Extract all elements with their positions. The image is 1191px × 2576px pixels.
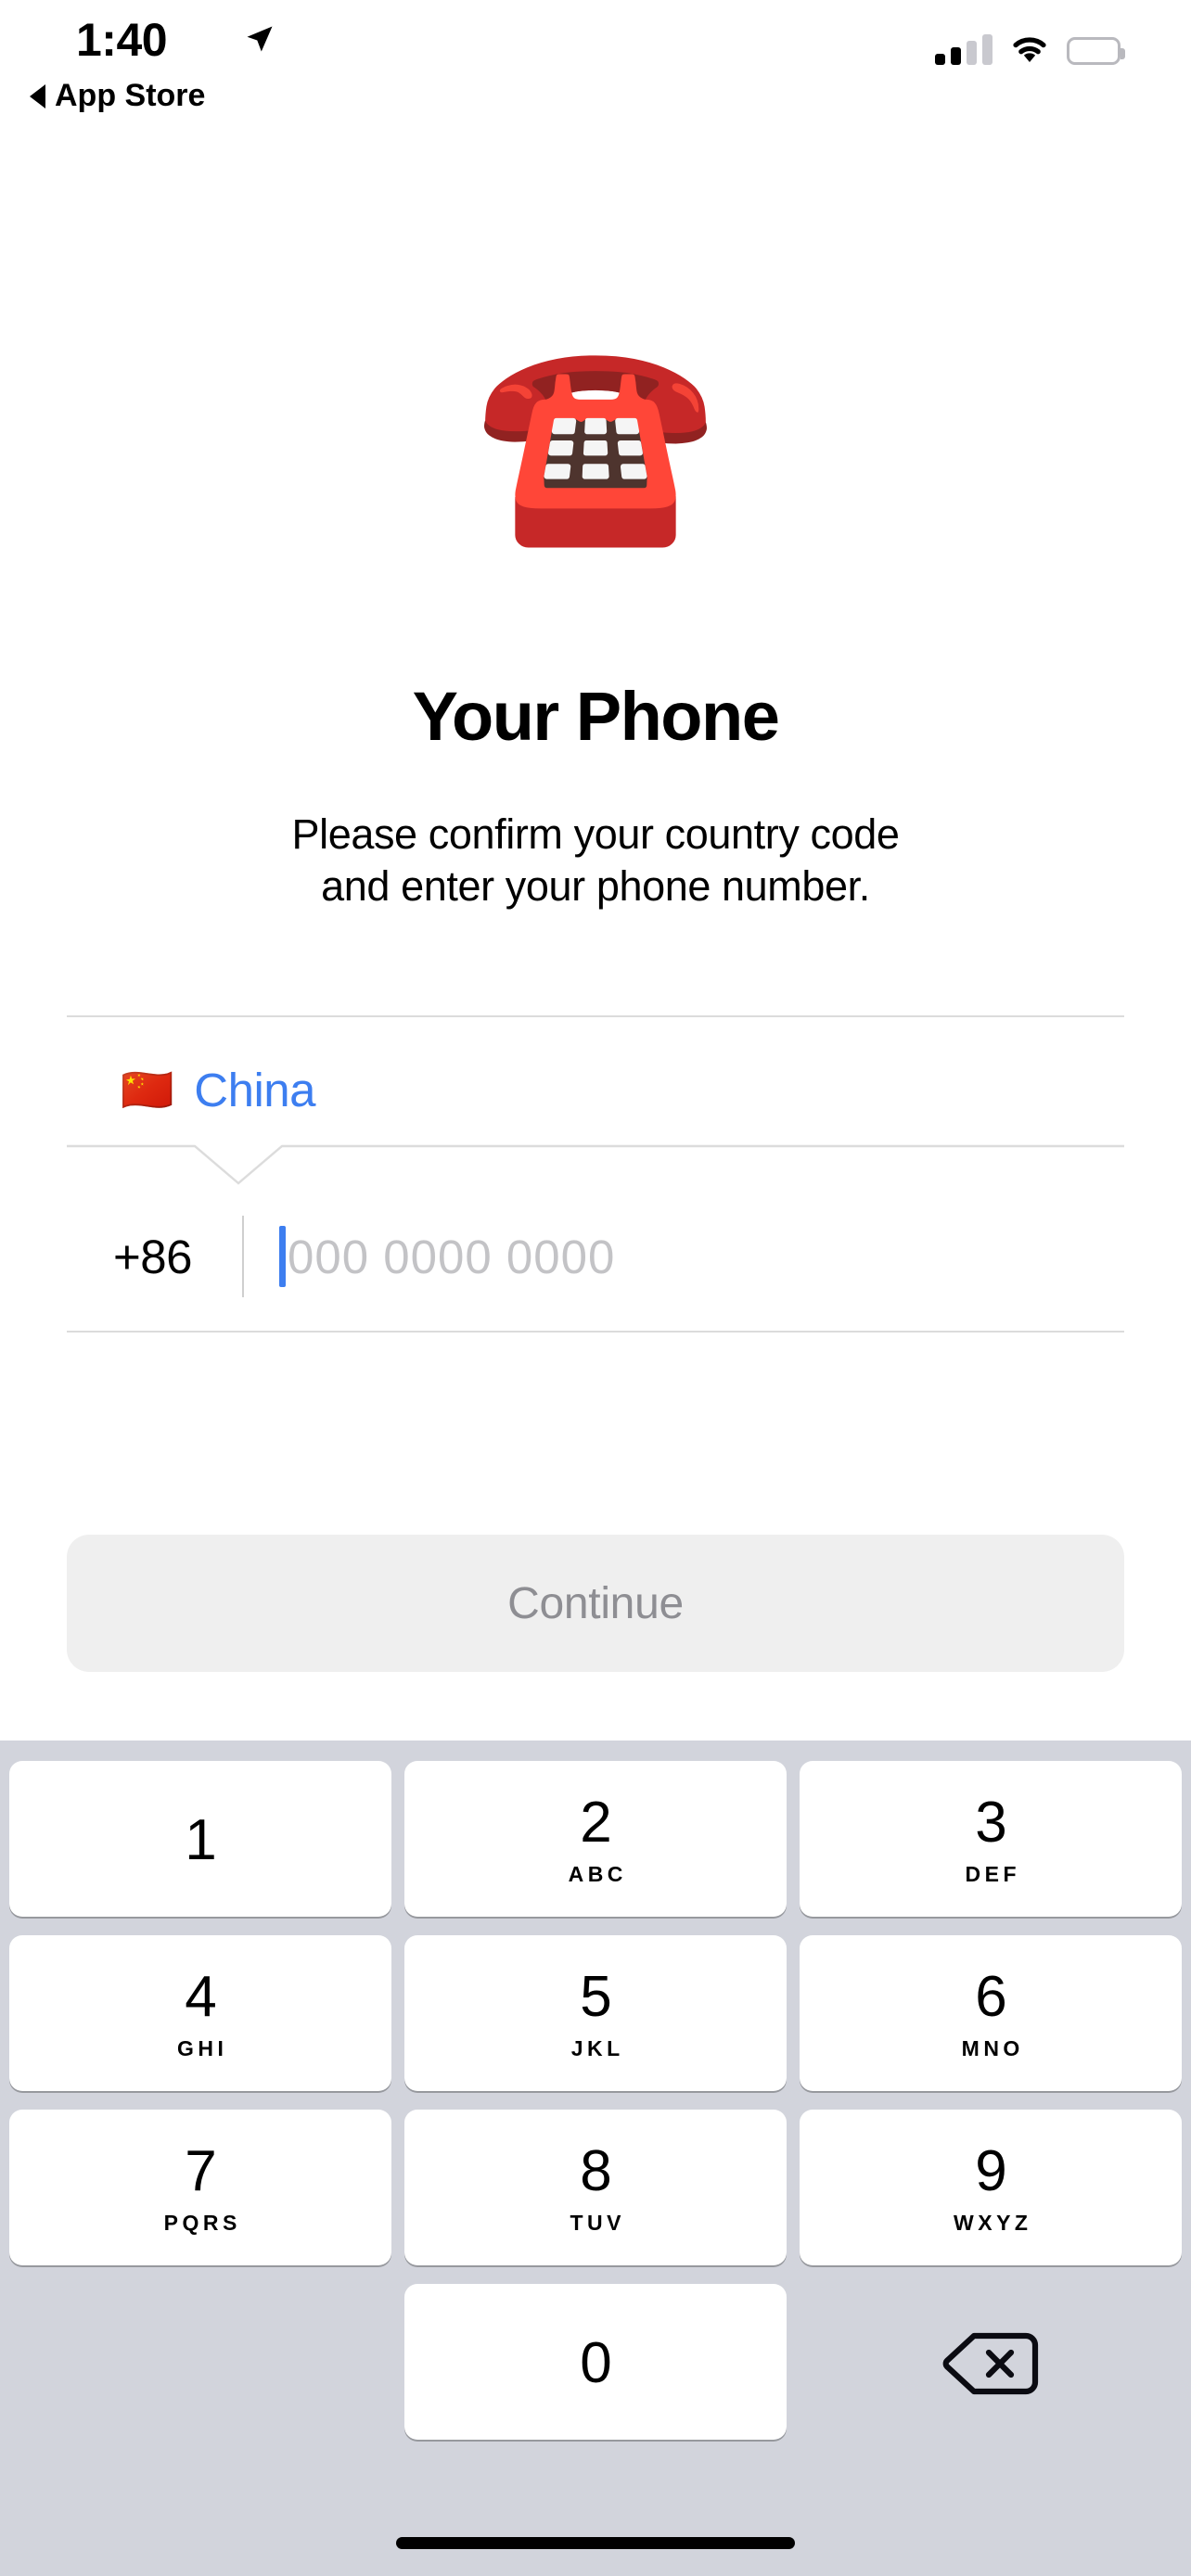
wifi-icon [1013, 37, 1046, 62]
dial-code-label: +86 [112, 1230, 193, 1283]
key-2-digit: 2 [580, 1791, 611, 1855]
key-2-letters: ABC [568, 1862, 627, 1886]
telephone-emoji: ☎️ [474, 326, 717, 554]
key-0[interactable]: 0 [404, 2284, 787, 2440]
phone-entry-screen: 1:40 App Store ☎️ Your Phone Please conf… [0, 0, 1191, 2576]
divider-top [67, 1015, 1124, 1017]
keypad-grid: 1 2 ABC 3 DEF 4 GHI 5 JKL 6 MNO 7 PQRS 8… [9, 1761, 1182, 2440]
status-bar-time: 1:40 [76, 14, 168, 66]
country-name-label: China [194, 1063, 316, 1116]
field-separator [242, 1216, 244, 1297]
keypad-blank-slot [9, 2284, 391, 2440]
key-9[interactable]: 9 WXYZ [800, 2110, 1182, 2265]
back-app-label: App Store [55, 78, 206, 113]
china-flag-emoji: 🇨🇳 [121, 1065, 174, 1115]
page-subtitle: Please confirm your country code and ent… [0, 809, 1191, 912]
key-5-digit: 5 [580, 1965, 611, 2029]
country-selector-row[interactable]: 🇨🇳 China [67, 1039, 1124, 1141]
key-7-letters: PQRS [163, 2211, 241, 2235]
key-1[interactable]: 1 [9, 1761, 391, 1917]
key-9-digit: 9 [975, 2139, 1006, 2203]
location-arrow-icon [247, 26, 273, 52]
key-6-digit: 6 [975, 1965, 1006, 2029]
key-9-letters: WXYZ [954, 2211, 1032, 2235]
key-8[interactable]: 8 TUV [404, 2110, 787, 2265]
key-8-digit: 8 [580, 2139, 611, 2203]
subtitle-line-2: and enter your phone number. [321, 861, 870, 910]
key-8-letters: TUV [570, 2211, 625, 2235]
key-4[interactable]: 4 GHI [9, 1935, 391, 2091]
key-4-letters: GHI [177, 2036, 228, 2060]
subtitle-line-1: Please confirm your country code [291, 810, 900, 858]
continue-button[interactable]: Continue [67, 1535, 1124, 1672]
key-3[interactable]: 3 DEF [800, 1761, 1182, 1917]
key-3-letters: DEF [965, 1862, 1020, 1886]
key-3-digit: 3 [975, 1791, 1006, 1855]
key-5[interactable]: 5 JKL [404, 1935, 787, 2091]
status-bar-indicators [935, 26, 1125, 65]
back-triangle-icon [30, 83, 45, 108]
cellular-signal-icon [935, 33, 992, 65]
key-6-letters: MNO [961, 2036, 1024, 2060]
key-delete[interactable] [800, 2284, 1182, 2440]
key-1-digit: 1 [185, 1808, 216, 1872]
delete-backspace-icon [942, 2332, 1039, 2395]
key-0-digit: 0 [580, 2331, 611, 2395]
battery-icon [1067, 37, 1125, 65]
key-5-letters: JKL [570, 2036, 624, 2060]
home-indicator[interactable] [396, 2537, 795, 2549]
numeric-keypad: 1 2 ABC 3 DEF 4 GHI 5 JKL 6 MNO 7 PQRS 8… [0, 1741, 1191, 2576]
divider-bottom [67, 1331, 1124, 1333]
key-6[interactable]: 6 MNO [800, 1935, 1182, 2091]
page-title: Your Phone [412, 678, 780, 755]
status-bar: 1:40 App Store [0, 0, 1191, 113]
phone-number-input[interactable]: 000 0000 0000 [288, 1230, 615, 1284]
phone-number-row[interactable]: +86 000 0000 0000 [67, 1192, 1124, 1321]
text-caret [279, 1226, 286, 1287]
back-to-app-store-button[interactable]: App Store [30, 78, 205, 114]
key-7-digit: 7 [185, 2139, 216, 2203]
key-7[interactable]: 7 PQRS [9, 2110, 391, 2265]
key-2[interactable]: 2 ABC [404, 1761, 787, 1917]
key-4-digit: 4 [185, 1965, 216, 2029]
divider-middle-with-notch [67, 1141, 1124, 1187]
